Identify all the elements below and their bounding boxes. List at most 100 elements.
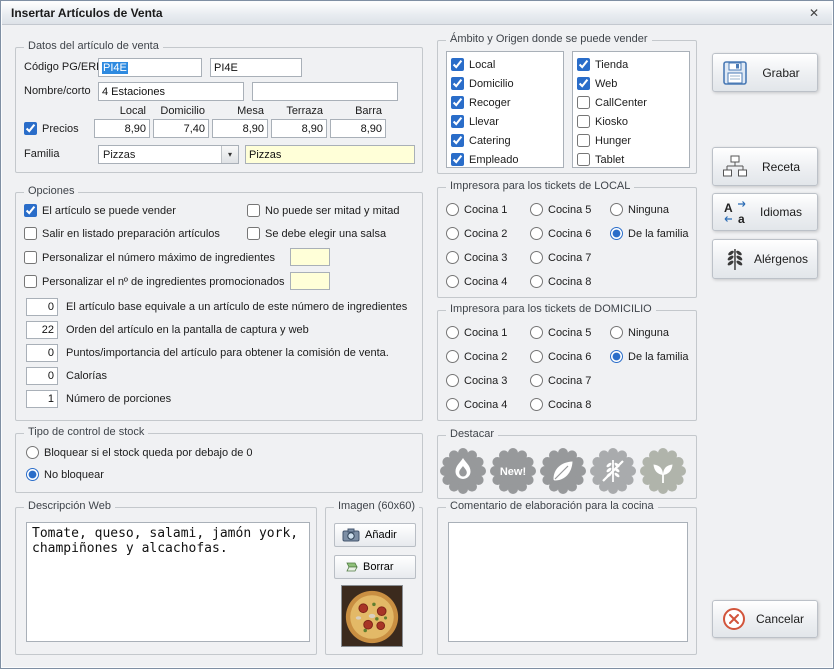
- alergenos-button[interactable]: Alérgenos: [712, 239, 818, 279]
- precios-checkbox-row[interactable]: Precios: [24, 122, 79, 135]
- ambito-item-domicilio[interactable]: Domicilio: [447, 74, 563, 93]
- precio-domicilio-input[interactable]: [153, 119, 209, 138]
- se-puede-vender-checkbox[interactable]: [24, 204, 37, 217]
- dom-cocina-4-radio-row[interactable]: Cocina 4: [446, 398, 507, 411]
- local-checkbox[interactable]: [451, 58, 464, 71]
- elegir-salsa-checkbox[interactable]: [247, 227, 260, 240]
- ingredientes-promocionados-checkbox[interactable]: [24, 275, 37, 288]
- local-cocina-7-radio-row[interactable]: Cocina 7: [530, 251, 591, 264]
- cocina-1-radio[interactable]: [446, 203, 459, 216]
- listado-preparacion-checkbox[interactable]: [24, 227, 37, 240]
- familia-display-input[interactable]: [245, 145, 415, 164]
- precio-barra-input[interactable]: [330, 119, 386, 138]
- de-la-familia-radio[interactable]: [610, 350, 623, 363]
- checkbox-max-ingredientes[interactable]: Personalizar el número máximo de ingredi…: [24, 251, 275, 264]
- badge-gluten-free-icon[interactable]: [590, 448, 636, 494]
- origen-item-hunger[interactable]: Hunger: [573, 131, 689, 150]
- local-cocina-4-radio-row[interactable]: Cocina 4: [446, 275, 507, 288]
- local-cocina-5-radio-row[interactable]: Cocina 5: [530, 203, 591, 216]
- close-icon[interactable]: ✕: [805, 4, 823, 22]
- badge-vegan-icon[interactable]: [640, 448, 686, 494]
- ambito-item-llevar[interactable]: Llevar: [447, 112, 563, 131]
- radio-no-bloquear[interactable]: No bloquear: [26, 468, 104, 481]
- origen-item-callcenter[interactable]: CallCenter: [573, 93, 689, 112]
- local-ninguna-radio-row[interactable]: Ninguna: [610, 203, 669, 216]
- bloquear-stock-radio[interactable]: [26, 446, 39, 459]
- ninguna-radio[interactable]: [610, 326, 623, 339]
- tablet-checkbox[interactable]: [577, 153, 590, 166]
- checkbox-ingredientes-promocionados[interactable]: Personalizar el nº de ingredientes promo…: [24, 275, 285, 288]
- dom-cocina-5-radio-row[interactable]: Cocina 5: [530, 326, 591, 339]
- badge-bio-leaf-icon[interactable]: [540, 448, 586, 494]
- cancelar-button[interactable]: Cancelar: [712, 600, 818, 638]
- cocina-6-radio[interactable]: [530, 227, 543, 240]
- catering-checkbox[interactable]: [451, 134, 464, 147]
- no-bloquear-radio[interactable]: [26, 468, 39, 481]
- ambito-item-catering[interactable]: Catering: [447, 131, 563, 150]
- max-ingredientes-checkbox[interactable]: [24, 251, 37, 264]
- cocina-7-radio[interactable]: [530, 251, 543, 264]
- articulo-base-input[interactable]: [26, 298, 58, 316]
- precio-terraza-input[interactable]: [271, 119, 327, 138]
- familia-select[interactable]: Pizzas ▾: [98, 145, 239, 164]
- local-cocina-6-radio-row[interactable]: Cocina 6: [530, 227, 591, 240]
- badge-new-icon[interactable]: New!: [490, 448, 536, 494]
- local-cocina-2-radio-row[interactable]: Cocina 2: [446, 227, 507, 240]
- add-image-button[interactable]: Añadir: [334, 523, 416, 547]
- cocina-6-radio[interactable]: [530, 350, 543, 363]
- ambito-item-local[interactable]: Local: [447, 55, 563, 74]
- ambito-item-recoger[interactable]: Recoger: [447, 93, 563, 112]
- orden-articulo-input[interactable]: [26, 321, 58, 339]
- dom-cocina-6-radio-row[interactable]: Cocina 6: [530, 350, 591, 363]
- kiosko-checkbox[interactable]: [577, 115, 590, 128]
- hunger-checkbox[interactable]: [577, 134, 590, 147]
- dom-cocina-8-radio-row[interactable]: Cocina 8: [530, 398, 591, 411]
- precio-local-input[interactable]: [94, 119, 150, 138]
- empleado-checkbox[interactable]: [451, 153, 464, 166]
- cocina-8-radio[interactable]: [530, 275, 543, 288]
- dom-de-la-familia-radio-row[interactable]: De la familia: [610, 350, 689, 363]
- ambito-item-empleado[interactable]: Empleado: [447, 150, 563, 169]
- checkbox-se-puede-vender[interactable]: El artículo se puede vender: [24, 204, 176, 217]
- cocina-4-radio[interactable]: [446, 275, 459, 288]
- cocina-3-radio[interactable]: [446, 374, 459, 387]
- checkbox-mitad-y-mitad[interactable]: No puede ser mitad y mitad: [247, 204, 400, 217]
- ninguna-radio[interactable]: [610, 203, 623, 216]
- receta-button[interactable]: Receta: [712, 147, 818, 186]
- badge-spicy-icon[interactable]: [440, 448, 486, 494]
- mitad-y-mitad-checkbox[interactable]: [247, 204, 260, 217]
- dom-cocina-1-radio-row[interactable]: Cocina 1: [446, 326, 507, 339]
- nombre-corto-input[interactable]: [252, 82, 398, 101]
- cocina-3-radio[interactable]: [446, 251, 459, 264]
- dom-cocina-3-radio-row[interactable]: Cocina 3: [446, 374, 507, 387]
- nombre-input[interactable]: [98, 82, 244, 101]
- local-cocina-3-radio-row[interactable]: Cocina 3: [446, 251, 507, 264]
- delete-image-button[interactable]: Borrar: [334, 555, 416, 579]
- max-ingredientes-input[interactable]: [290, 248, 330, 266]
- dom-cocina-7-radio-row[interactable]: Cocina 7: [530, 374, 591, 387]
- codigo-pg-erp-input[interactable]: PI4E: [98, 58, 202, 77]
- cocina-5-radio[interactable]: [530, 326, 543, 339]
- dom-ninguna-radio-row[interactable]: Ninguna: [610, 326, 669, 339]
- llevar-checkbox[interactable]: [451, 115, 464, 128]
- idiomas-button[interactable]: A a Idiomas: [712, 193, 818, 231]
- calorias-input[interactable]: [26, 367, 58, 385]
- descripcion-web-textarea[interactable]: Tomate, queso, salami, jamón york, champ…: [26, 522, 310, 642]
- recoger-checkbox[interactable]: [451, 96, 464, 109]
- puntos-comision-input[interactable]: [26, 344, 58, 362]
- origen-listbox[interactable]: Tienda Web CallCenter Kiosko Hunger Tabl…: [572, 51, 690, 168]
- local-de-la-familia-radio-row[interactable]: De la familia: [610, 227, 689, 240]
- porciones-input[interactable]: [26, 390, 58, 408]
- precios-checkbox[interactable]: [24, 122, 37, 135]
- origen-item-tienda[interactable]: Tienda: [573, 55, 689, 74]
- cocina-7-radio[interactable]: [530, 374, 543, 387]
- codigo-erp-input-2[interactable]: [210, 58, 302, 77]
- radio-bloquear-stock[interactable]: Bloquear si el stock queda por debajo de…: [26, 446, 253, 459]
- web-checkbox[interactable]: [577, 77, 590, 90]
- checkbox-listado-preparacion[interactable]: Salir en listado preparación artículos: [24, 227, 220, 240]
- cocina-2-radio[interactable]: [446, 227, 459, 240]
- origen-item-web[interactable]: Web: [573, 74, 689, 93]
- cocina-2-radio[interactable]: [446, 350, 459, 363]
- local-cocina-8-radio-row[interactable]: Cocina 8: [530, 275, 591, 288]
- origen-item-kiosko[interactable]: Kiosko: [573, 112, 689, 131]
